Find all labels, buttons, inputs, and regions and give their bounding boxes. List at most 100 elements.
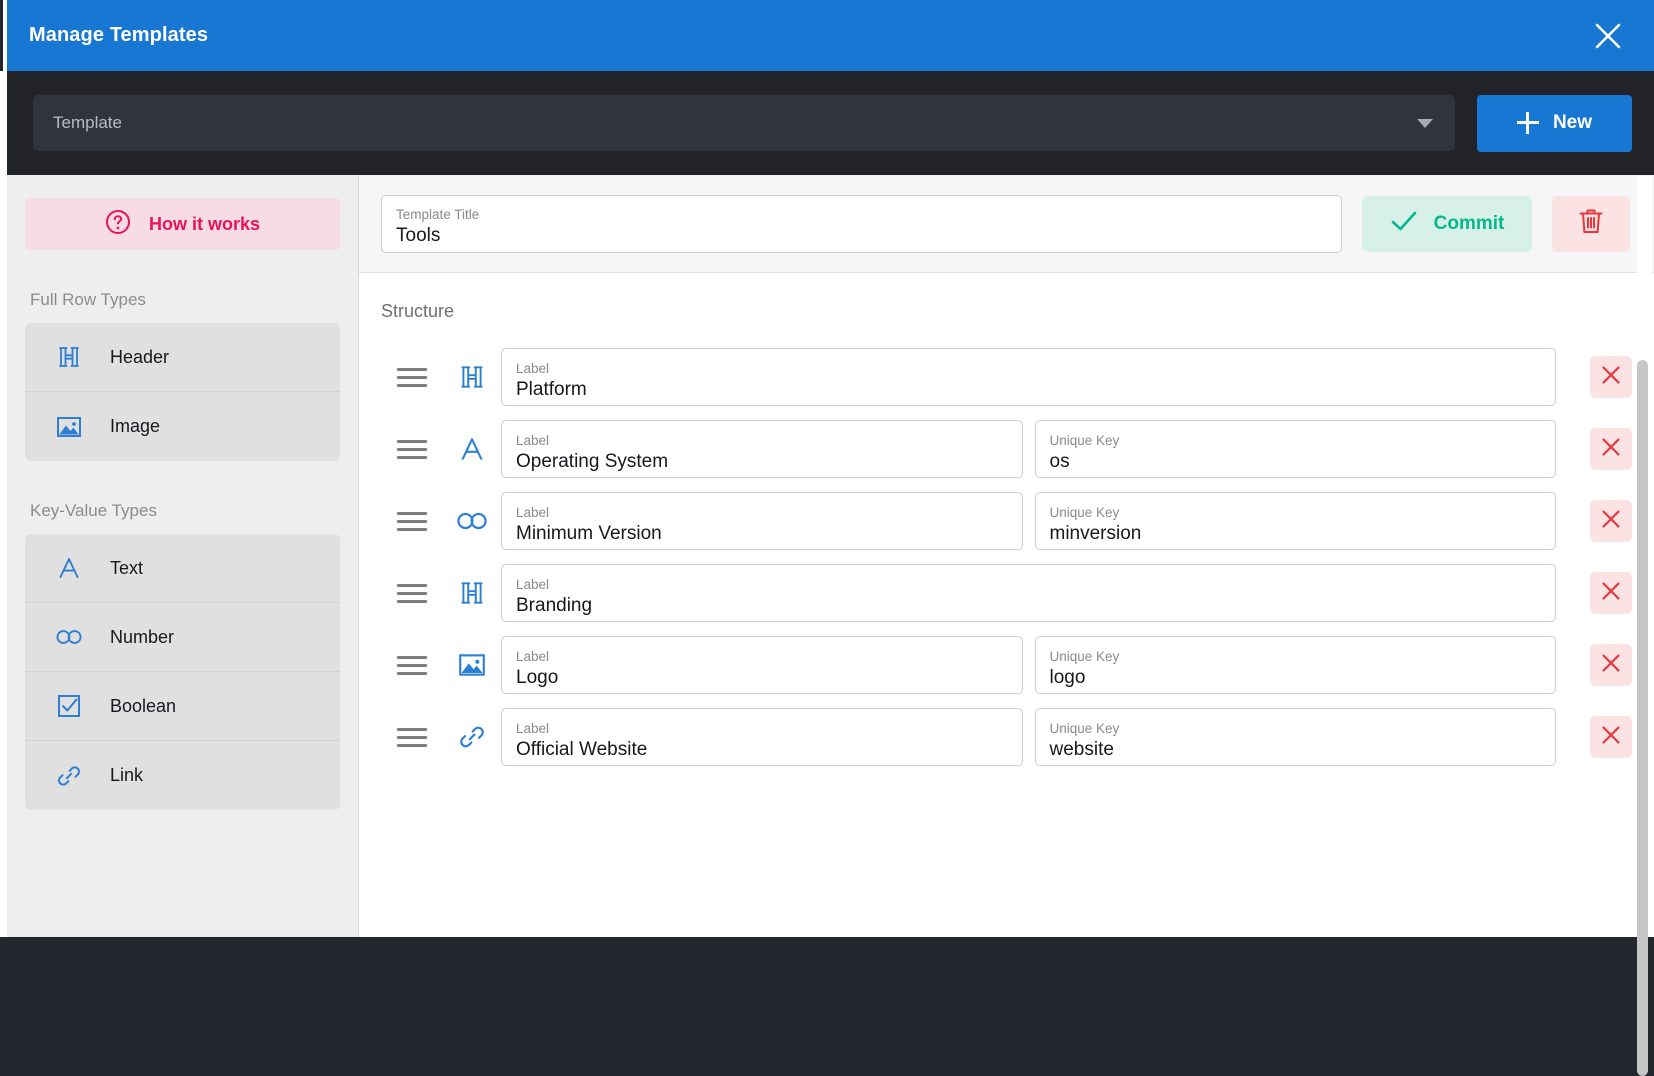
row-fields: Label Platform — [501, 348, 1556, 406]
row-unique-key-value: logo — [1050, 667, 1542, 689]
type-item-image[interactable]: Image — [25, 392, 340, 461]
close-icon[interactable] — [1586, 14, 1630, 58]
row-label-input[interactable]: Label Logo — [501, 636, 1023, 694]
close-x-icon — [1600, 652, 1622, 679]
row-label-value: Branding — [516, 595, 1541, 617]
full-row-types-title: Full Row Types — [30, 290, 340, 310]
row-delete-button[interactable] — [1590, 356, 1632, 398]
vertical-scrollbar-thumb[interactable] — [1637, 360, 1648, 1076]
structure-section-label: Structure — [381, 301, 1654, 322]
row-unique-key-value: minversion — [1050, 523, 1542, 545]
row-delete-button[interactable] — [1590, 572, 1632, 614]
drag-handle-icon[interactable] — [397, 512, 443, 531]
type-item-number[interactable]: Number — [25, 603, 340, 672]
row-label-field-label: Label — [516, 434, 1008, 449]
type-item-label: Text — [110, 558, 143, 579]
structure-row: Label Platform — [381, 348, 1632, 406]
checkbox-icon — [55, 692, 83, 720]
drag-handle-icon[interactable] — [397, 584, 443, 603]
key-value-types-title: Key-Value Types — [30, 501, 340, 521]
question-circle-icon — [105, 209, 131, 240]
sidebar: How it works Full Row Types Hea — [7, 175, 359, 937]
header-h-icon — [55, 343, 83, 371]
vertical-scrollbar-track[interactable] — [1637, 176, 1652, 935]
number-infinity-icon — [443, 509, 501, 533]
close-x-icon — [1600, 580, 1622, 607]
row-label-value: Operating System — [516, 451, 1008, 473]
structure-area: Structure Label Platform Label Operating S… — [359, 273, 1654, 937]
row-label-input[interactable]: Label Platform — [501, 348, 1556, 406]
row-unique-key-input[interactable]: Unique Key logo — [1035, 636, 1557, 694]
row-label-value: Platform — [516, 379, 1541, 401]
drag-handle-icon[interactable] — [397, 656, 443, 675]
row-label-field-label: Label — [516, 506, 1008, 521]
image-icon — [443, 650, 501, 680]
delete-template-button[interactable] — [1552, 196, 1630, 252]
header-h-icon — [443, 579, 501, 607]
row-unique-key-field-label: Unique Key — [1050, 434, 1542, 449]
type-item-label: Boolean — [110, 696, 176, 717]
structure-row: Label Official Website Unique Keywebsite — [381, 708, 1632, 766]
trash-icon — [1577, 206, 1605, 241]
row-label-value: Official Website — [516, 739, 1008, 761]
number-infinity-icon — [55, 623, 83, 651]
drag-handle-icon[interactable] — [397, 440, 443, 459]
row-unique-key-input[interactable]: Unique Key os — [1035, 420, 1557, 478]
row-label-value: Logo — [516, 667, 1008, 689]
close-x-icon — [1600, 436, 1622, 463]
type-item-label: Link — [110, 765, 143, 786]
row-unique-key-value: website — [1050, 739, 1542, 761]
row-label-input[interactable]: Label Official Website — [501, 708, 1023, 766]
row-delete-button[interactable] — [1590, 500, 1632, 542]
text-a-icon — [443, 435, 501, 463]
check-icon — [1390, 209, 1418, 238]
template-title-value: Tools — [396, 225, 1327, 247]
row-label-field-label: Label — [516, 362, 1541, 377]
row-unique-key-value: os — [1050, 451, 1542, 473]
row-delete-button[interactable] — [1590, 644, 1632, 686]
row-fields: Label Logo Unique Key logo — [501, 636, 1556, 694]
row-label-field-label: Label — [516, 722, 1008, 737]
row-unique-key-input[interactable]: Unique Key minversion — [1035, 492, 1557, 550]
commit-button[interactable]: Commit — [1362, 196, 1532, 252]
text-a-icon — [55, 554, 83, 582]
type-item-link[interactable]: Link — [25, 741, 340, 810]
type-item-header[interactable]: Header — [25, 323, 340, 392]
row-fields: Label Operating System Unique Key os — [501, 420, 1556, 478]
template-title-input[interactable]: Template Title Tools — [381, 195, 1342, 253]
type-item-boolean[interactable]: Boolean — [25, 672, 340, 741]
left-edge-strip — [0, 0, 7, 937]
left-edge-dark-strip — [0, 0, 3, 71]
close-x-icon — [1600, 508, 1622, 535]
main-panel: Template Title Tools Commit — [359, 175, 1654, 937]
close-x-icon — [1600, 724, 1622, 751]
dialog-titlebar: Manage Templates — [7, 0, 1654, 71]
row-label-field-label: Label — [516, 578, 1541, 593]
type-item-label: Header — [110, 347, 169, 368]
image-icon — [55, 413, 83, 441]
row-unique-key-input[interactable]: Unique Keywebsite — [1035, 708, 1557, 766]
row-unique-key-field-label: Unique Key — [1050, 506, 1542, 521]
template-toolbar: Template New — [7, 71, 1654, 175]
row-label-input[interactable]: Label Operating System — [501, 420, 1023, 478]
template-title-field-label: Template Title — [396, 208, 1327, 223]
how-it-works-label: How it works — [149, 214, 260, 235]
row-label-field-label: Label — [516, 650, 1008, 665]
row-delete-button[interactable] — [1590, 716, 1632, 758]
template-select[interactable]: Template — [33, 95, 1455, 151]
commit-button-label: Commit — [1434, 213, 1505, 235]
new-template-button-label: New — [1553, 112, 1592, 134]
dialog-title: Manage Templates — [29, 24, 208, 47]
row-delete-button[interactable] — [1590, 428, 1632, 470]
drag-handle-icon[interactable] — [397, 728, 443, 747]
row-label-input[interactable]: LabelMinimum Version — [501, 492, 1023, 550]
link-icon — [443, 723, 501, 751]
row-unique-key-field-label: Unique Key — [1050, 650, 1542, 665]
type-item-text[interactable]: Text — [25, 534, 340, 603]
row-fields: Label Branding — [501, 564, 1556, 622]
drag-handle-icon[interactable] — [397, 368, 443, 387]
row-label-input[interactable]: Label Branding — [501, 564, 1556, 622]
new-template-button[interactable]: New — [1477, 95, 1632, 152]
dialog-body: How it works Full Row Types Hea — [7, 175, 1654, 937]
how-it-works-button[interactable]: How it works — [25, 198, 340, 250]
